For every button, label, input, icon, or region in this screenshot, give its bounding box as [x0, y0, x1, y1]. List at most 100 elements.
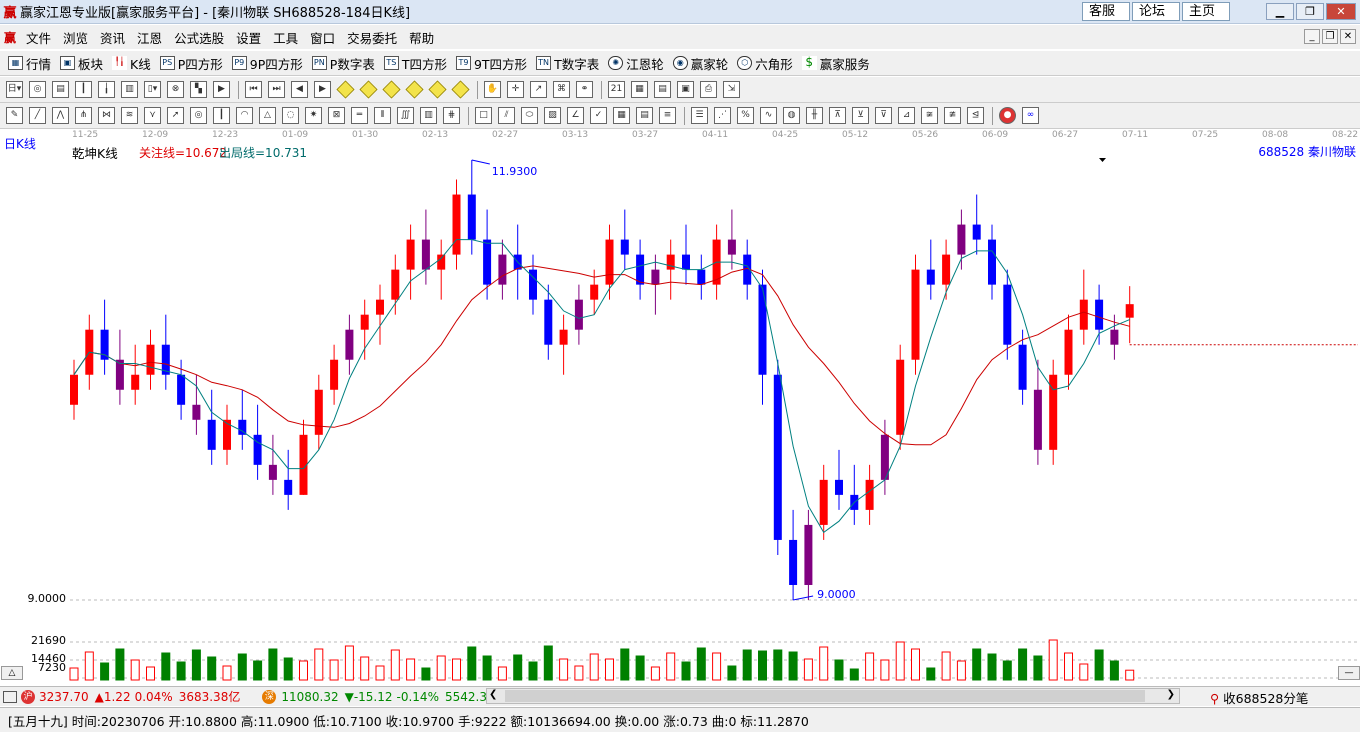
verticals-icon[interactable]: ┃	[213, 107, 230, 124]
check-icon[interactable]: ✓	[590, 107, 607, 124]
last-icon[interactable]: ⏭	[268, 81, 285, 98]
globe-icon[interactable]: ●	[999, 107, 1016, 124]
bar-pair-icon[interactable]: ╫	[806, 107, 823, 124]
toolbar-hexagon[interactable]: ⬡ 六角形	[737, 54, 793, 73]
fan-icon[interactable]: ⋀	[52, 107, 69, 124]
chart-b-icon[interactable]: ⊻	[852, 107, 869, 124]
zoom-icon[interactable]: —	[1338, 666, 1360, 680]
toolbar-9t-square[interactable]: T9 9T四方形	[455, 54, 527, 73]
chart-a-icon[interactable]: ⊼	[829, 107, 846, 124]
crosshair-icon[interactable]: ✛	[507, 81, 524, 98]
toolbar-gann-wheel[interactable]: ✺ 江恩轮	[608, 54, 664, 73]
next-icon[interactable]: ▶	[314, 81, 331, 98]
menu-settings[interactable]: 设置	[230, 28, 267, 47]
horizontal-scrollbar[interactable]: ❮ ❯	[486, 688, 1180, 704]
doc-icon[interactable]: ▤	[52, 81, 69, 98]
chart-g-icon[interactable]: ⊴	[967, 107, 984, 124]
link-icon[interactable]: ⚭	[576, 81, 593, 98]
pen-icon[interactable]: ✎	[6, 107, 23, 124]
menu-window[interactable]: 窗口	[304, 28, 341, 47]
minimize-icon[interactable]: ▁	[1266, 3, 1294, 20]
menu-news[interactable]: 资讯	[94, 28, 131, 47]
scroll-up-icon[interactable]: △	[1, 666, 23, 680]
diamond-2-icon[interactable]	[359, 80, 378, 99]
toolbar-t-table[interactable]: TN T数字表	[536, 54, 599, 73]
scroll-right-icon[interactable]: ❯	[1167, 689, 1175, 700]
mdi-minimize-icon[interactable]: _	[1304, 29, 1320, 44]
save-icon[interactable]: ▣	[677, 81, 694, 98]
chart-f-icon[interactable]: ≇	[944, 107, 961, 124]
wave-icon[interactable]: ∿	[760, 107, 777, 124]
tree-icon[interactable]: ⋎	[144, 107, 161, 124]
chart-e-icon[interactable]: ≆	[921, 107, 938, 124]
export-icon[interactable]: ⇲	[723, 81, 740, 98]
table-icon[interactable]: ▤	[636, 107, 653, 124]
overlay-icon[interactable]: ◎	[29, 81, 46, 98]
scrollbar-thumb[interactable]	[505, 690, 1145, 702]
ellipse-icon[interactable]: ⬭	[521, 107, 538, 124]
close-icon[interactable]: ✕	[1326, 3, 1356, 20]
pattern-find-icon[interactable]: ⌘	[553, 81, 570, 98]
hand-icon[interactable]: ✋	[484, 81, 501, 98]
rings-icon[interactable]: ◎	[190, 107, 207, 124]
table-small-icon[interactable]	[3, 690, 17, 703]
prev-icon[interactable]: ◀	[291, 81, 308, 98]
rect-icon[interactable]: □	[475, 107, 492, 124]
arrow-tool-icon[interactable]: ➚	[167, 107, 184, 124]
indicator-icon[interactable]: ▚	[190, 81, 207, 98]
lines-icon[interactable]: ≡	[659, 107, 676, 124]
color-icon[interactable]: ▶	[213, 81, 230, 98]
menu-tools[interactable]: 工具	[267, 28, 304, 47]
percent-icon[interactable]: %	[737, 107, 754, 124]
pattern-icon[interactable]: ⊗	[167, 81, 184, 98]
calendar-icon[interactable]: 21	[608, 81, 625, 98]
candles-small-icon[interactable]: ╽	[98, 81, 115, 98]
coin-icon[interactable]: ◍	[783, 107, 800, 124]
cycle-icon[interactable]: ∭	[397, 107, 414, 124]
arc-icon[interactable]: ◠	[236, 107, 253, 124]
chart-c-icon[interactable]: ⊽	[875, 107, 892, 124]
diamond-3-icon[interactable]	[382, 80, 401, 99]
toolbar-9p-square[interactable]: P9 9P四方形	[231, 54, 303, 73]
menu-trade[interactable]: 交易委托	[341, 28, 403, 47]
bars-icon[interactable]: ┃	[75, 81, 92, 98]
menu-gann[interactable]: 江恩	[131, 28, 168, 47]
toolbar-t-square[interactable]: TS T四方形	[383, 54, 447, 73]
chart-d-icon[interactable]: ⊿	[898, 107, 915, 124]
mdi-close-icon[interactable]: ✕	[1340, 29, 1356, 44]
diamond-4-icon[interactable]	[405, 80, 424, 99]
toolbar-quotes[interactable]: ▦ 行情	[8, 54, 51, 73]
zigzag-icon[interactable]: ⋰	[714, 107, 731, 124]
menu-formula[interactable]: 公式选股	[168, 28, 230, 47]
forum-link[interactable]: 论坛	[1132, 2, 1180, 21]
fork-icon[interactable]: ⋔	[75, 107, 92, 124]
home-link[interactable]: 主页	[1182, 2, 1230, 21]
hline-icon[interactable]: ═	[351, 107, 368, 124]
period-dropdown-icon[interactable]: 日▾	[6, 81, 23, 98]
infinity-icon[interactable]: ∞	[1022, 107, 1039, 124]
menu-file[interactable]: 文件	[20, 28, 57, 47]
grid-lines-icon[interactable]: ⋕	[443, 107, 460, 124]
toolbar-blocks[interactable]: ▣ 板块	[60, 54, 103, 73]
maximize-icon[interactable]: ❐	[1296, 3, 1324, 20]
angle-icon[interactable]: ∠	[567, 107, 584, 124]
mdi-restore-icon[interactable]: ❐	[1322, 29, 1338, 44]
split-icon[interactable]: ⫴	[374, 107, 391, 124]
hatch-icon[interactable]: ▨	[544, 107, 561, 124]
chart-type-icon[interactable]: ▯▾	[144, 81, 161, 98]
scroll-left-icon[interactable]: ❮	[489, 689, 497, 700]
diamond-6-icon[interactable]	[451, 80, 470, 99]
diamond-5-icon[interactable]	[428, 80, 447, 99]
calculator-icon[interactable]: ▦	[631, 81, 648, 98]
stack-icon[interactable]: ▥	[121, 81, 138, 98]
spiral-icon[interactable]: ◌	[282, 107, 299, 124]
trend-icon[interactable]: ╱	[29, 107, 46, 124]
list-icon[interactable]: ☰	[691, 107, 708, 124]
toolbar-p-square[interactable]: PS P四方形	[159, 54, 223, 73]
matrix-icon[interactable]: ▦	[613, 107, 630, 124]
sheet-icon[interactable]: ▤	[654, 81, 671, 98]
star-icon[interactable]: ✷	[305, 107, 322, 124]
parallel-icon[interactable]: ⫽	[498, 107, 515, 124]
menu-help[interactable]: 帮助	[403, 28, 440, 47]
toolbar-kline[interactable]: ╿╽ K线	[112, 54, 151, 73]
